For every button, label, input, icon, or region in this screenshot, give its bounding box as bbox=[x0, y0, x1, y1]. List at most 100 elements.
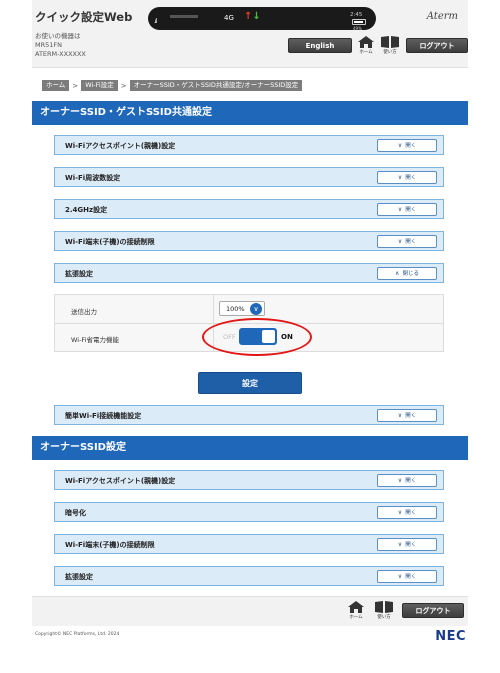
logout-button[interactable]: ログアウト bbox=[406, 38, 468, 53]
accordion-owner-extended[interactable]: 拡張設定 ∨ 開く bbox=[54, 566, 444, 586]
footer-home-button[interactable]: ホーム bbox=[346, 601, 366, 620]
home-label: ホーム bbox=[349, 615, 363, 620]
open-button-label: 開く bbox=[405, 413, 417, 419]
open-button-label: 開く bbox=[405, 175, 417, 181]
accordion-label: Wi-Fiアクセスポイント(親機)設定 bbox=[65, 477, 176, 485]
breadcrumb-current: オーナーSSID・ゲストSSID共通設定/オーナーSSID設定 bbox=[129, 80, 303, 91]
set-button[interactable]: 設定 bbox=[198, 372, 302, 394]
accordion-encryption[interactable]: 暗号化 ∨ 開く bbox=[54, 502, 444, 522]
help-label: 使い方 bbox=[377, 615, 391, 620]
accordion-label: 拡張設定 bbox=[65, 270, 93, 278]
app-title: クイック設定Web bbox=[35, 10, 133, 24]
chevron-down-icon: ∨ bbox=[397, 142, 403, 149]
accordion-label: 暗号化 bbox=[65, 509, 86, 517]
open-button-label: 開く bbox=[405, 207, 417, 213]
device-label-line1: お使いの機器は bbox=[35, 32, 81, 40]
accordion-label: 簡単Wi-Fi接続機能設定 bbox=[65, 412, 142, 420]
chevron-down-icon: ∨ bbox=[397, 573, 403, 580]
footer-help-button[interactable]: 使い方 bbox=[374, 601, 394, 620]
book-icon bbox=[381, 36, 399, 48]
tx-power-label: 送信出力 bbox=[71, 308, 97, 316]
accordion-client-limit[interactable]: Wi-Fi端末(子機)の接続制限 ∨ 開く bbox=[54, 231, 444, 251]
home-icon bbox=[358, 36, 374, 48]
signal-meter bbox=[170, 15, 198, 18]
divider bbox=[55, 323, 443, 324]
english-button[interactable]: English bbox=[288, 38, 352, 53]
device-ssid: ATERM-XXXXXX bbox=[35, 50, 86, 58]
open-button-label: 開く bbox=[405, 143, 417, 149]
chevron-up-icon: ∧ bbox=[395, 270, 400, 277]
close-button-label: 閉じる bbox=[402, 271, 419, 277]
open-button-label: 開く bbox=[405, 239, 417, 245]
breadcrumb: ホーム > Wi-Fi設定 > オーナーSSID・ゲストSSID共通設定/オーナ… bbox=[42, 80, 303, 91]
footer-logout-button[interactable]: ログアウト bbox=[402, 603, 464, 618]
open-button[interactable]: ∨ 開く bbox=[377, 538, 437, 551]
book-icon bbox=[375, 601, 393, 613]
close-button[interactable]: ∧ 閉じる bbox=[377, 267, 437, 280]
open-button-label: 開く bbox=[405, 574, 417, 580]
accordion-extended[interactable]: 拡張設定 ∧ 閉じる bbox=[54, 263, 444, 283]
chevron-down-icon: ∨ bbox=[397, 509, 403, 516]
extended-settings-panel: 送信出力 100% ∨ Wi-Fi省電力機能 OFF ON bbox=[54, 294, 444, 352]
power-save-label: Wi-Fi省電力機能 bbox=[71, 336, 120, 344]
open-button[interactable]: ∨ 開く bbox=[377, 409, 437, 422]
tx-power-value: 100% bbox=[226, 305, 245, 313]
accordion-frequency[interactable]: Wi-Fi周波数設定 ∨ 開く bbox=[54, 167, 444, 187]
open-button[interactable]: ∨ 開く bbox=[377, 171, 437, 184]
open-button[interactable]: ∨ 開く bbox=[377, 570, 437, 583]
toggle-on-label: ON bbox=[281, 333, 293, 341]
open-button[interactable]: ∨ 開く bbox=[377, 506, 437, 519]
open-button-label: 開く bbox=[405, 510, 417, 516]
accordion-2-4ghz[interactable]: 2.4GHz設定 ∨ 開く bbox=[54, 199, 444, 219]
status-bar: .ıl 4G ↑↓ 2:45 49% bbox=[148, 7, 376, 31]
open-button[interactable]: ∨ 開く bbox=[377, 139, 437, 152]
chevron-down-icon: ∨ bbox=[397, 174, 403, 181]
breadcrumb-separator: > bbox=[120, 81, 127, 90]
chevron-down-icon: ∨ bbox=[250, 303, 262, 315]
open-button[interactable]: ∨ 開く bbox=[377, 474, 437, 487]
home-icon bbox=[348, 601, 364, 613]
copyright: Copyright© NEC Platforms, Ltd. 2024 bbox=[35, 632, 120, 637]
breadcrumb-home[interactable]: ホーム bbox=[42, 80, 70, 91]
chevron-down-icon: ∨ bbox=[397, 477, 403, 484]
help-button[interactable]: 使い方 bbox=[380, 36, 400, 55]
accordion-label: 拡張設定 bbox=[65, 573, 93, 581]
chevron-down-icon: ∨ bbox=[397, 412, 403, 419]
chevron-down-icon: ∨ bbox=[397, 541, 403, 548]
data-transfer-icon: ↑↓ bbox=[244, 11, 261, 22]
battery-percent: 49% bbox=[353, 26, 362, 31]
open-button[interactable]: ∨ 開く bbox=[377, 203, 437, 216]
open-button-label: 開く bbox=[405, 542, 417, 548]
device-model: MR51FN bbox=[35, 41, 62, 49]
home-label: ホーム bbox=[359, 50, 373, 55]
help-label: 使い方 bbox=[383, 50, 397, 55]
accordion-label: Wi-Fi端末(子機)の接続制限 bbox=[65, 238, 155, 246]
device-label: お使いの機器は MR51FN ATERM-XXXXXX bbox=[35, 32, 86, 59]
nec-logo: NEC bbox=[435, 629, 466, 644]
accordion-label: 2.4GHz設定 bbox=[65, 206, 108, 214]
accordion-label: Wi-Fi端末(子機)の接続制限 bbox=[65, 541, 155, 549]
tx-power-select[interactable]: 100% ∨ bbox=[219, 301, 265, 316]
open-button[interactable]: ∨ 開く bbox=[377, 235, 437, 248]
chevron-down-icon: ∨ bbox=[397, 238, 403, 245]
accordion-easy-connect[interactable]: 簡単Wi-Fi接続機能設定 ∨ 開く bbox=[54, 405, 444, 425]
open-button-label: 開く bbox=[405, 478, 417, 484]
brand-logo: Aterm bbox=[426, 11, 458, 22]
toggle-knob bbox=[262, 330, 275, 343]
accordion-access-point[interactable]: Wi-Fiアクセスポイント(親機)設定 ∨ 開く bbox=[54, 135, 444, 155]
accordion-label: Wi-Fiアクセスポイント(親機)設定 bbox=[65, 142, 176, 150]
power-save-toggle[interactable] bbox=[239, 328, 277, 345]
accordion-owner-access-point[interactable]: Wi-Fiアクセスポイント(親機)設定 ∨ 開く bbox=[54, 470, 444, 490]
section-common-settings-title: オーナーSSID・ゲストSSID共通設定 bbox=[32, 101, 468, 125]
page: クイック設定Web お使いの機器は MR51FN ATERM-XXXXXX .ı… bbox=[32, 0, 468, 655]
accordion-label: Wi-Fi周波数設定 bbox=[65, 174, 121, 182]
home-button[interactable]: ホーム bbox=[356, 36, 376, 55]
section-owner-ssid-title: オーナーSSID設定 bbox=[32, 436, 468, 460]
clock: 2:45 bbox=[350, 12, 363, 18]
accordion-owner-client-limit[interactable]: Wi-Fi端末(子機)の接続制限 ∨ 開く bbox=[54, 534, 444, 554]
signal-icon: .ıl bbox=[154, 18, 157, 25]
breadcrumb-wifi-settings[interactable]: Wi-Fi設定 bbox=[81, 80, 118, 91]
toggle-off-label: OFF bbox=[223, 333, 236, 341]
network-type: 4G bbox=[224, 14, 234, 22]
battery-icon bbox=[352, 19, 366, 25]
